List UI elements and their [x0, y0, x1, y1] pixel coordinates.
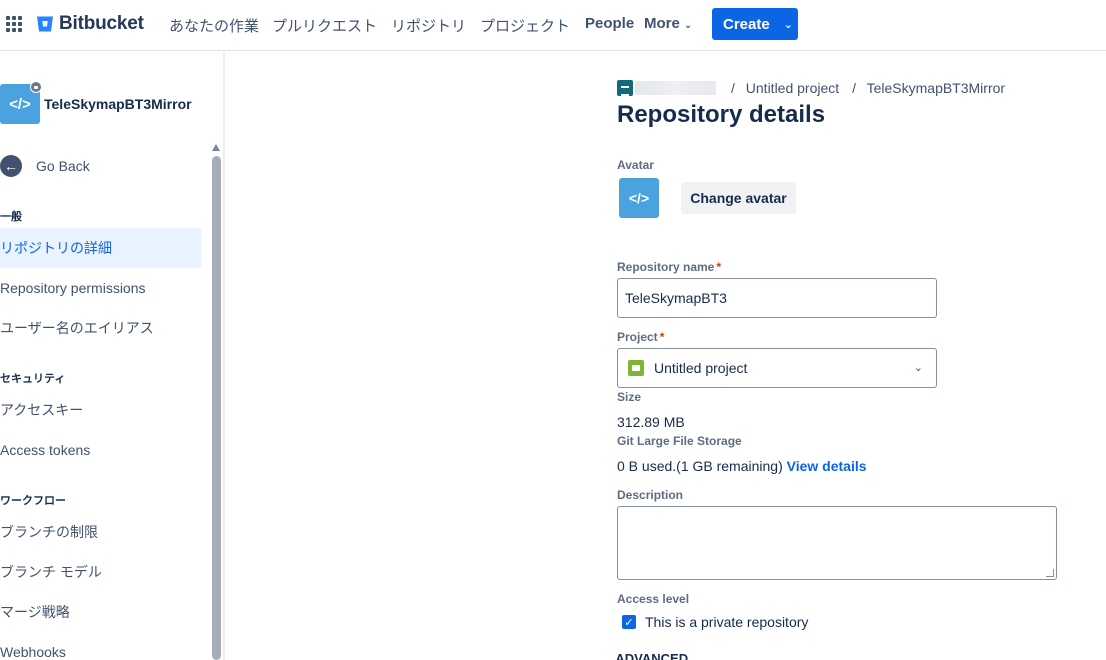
- sidebar-item-branch-restrictions[interactable]: ブランチの制限: [0, 512, 201, 552]
- breadcrumb-project[interactable]: Untitled project: [746, 80, 839, 96]
- nav-repositories[interactable]: リポジトリ: [391, 15, 466, 36]
- page-title: Repository details: [617, 101, 826, 128]
- nav-more[interactable]: More ⌄: [644, 15, 692, 32]
- arrow-left-icon: ←: [0, 155, 22, 177]
- bitbucket-logo-icon: [37, 16, 53, 32]
- advanced-label: ADVANCED: [615, 651, 689, 660]
- advanced-toggle[interactable]: ⌄ ADVANCED: [599, 651, 688, 660]
- go-back-link[interactable]: ← Go Back: [0, 155, 90, 177]
- sidebar-scrollbar[interactable]: [212, 156, 221, 660]
- workspace-icon: [617, 80, 633, 96]
- lfs-usage: 0 B used.(1 GB remaining) View details: [617, 458, 867, 474]
- chevron-down-icon: ⌄: [783, 18, 793, 31]
- project-select[interactable]: Untitled project ⌄: [617, 348, 937, 388]
- sidebar-item-branching-model[interactable]: ブランチ モデル: [0, 552, 201, 592]
- lfs-label: Git Large File Storage: [617, 434, 742, 448]
- lock-icon: [30, 81, 42, 93]
- nav-pull-requests[interactable]: プルリクエスト: [272, 15, 377, 36]
- nav-more-label: More: [644, 15, 680, 32]
- lfs-usage-text: 0 B used.(1 GB remaining): [617, 458, 783, 474]
- brand-name: Bitbucket: [59, 13, 144, 34]
- breadcrumb: / Untitled project / TeleSkymapBT3Mirror: [731, 80, 1005, 96]
- sidebar-item-repo-permissions[interactable]: Repository permissions: [0, 268, 201, 308]
- sidebar: </> TeleSkymapBT3Mirror ← Go Back 一般 リポジ…: [0, 52, 225, 660]
- create-button-label: Create: [723, 15, 770, 33]
- repo-name-label: Repository name *: [617, 260, 721, 274]
- workspace-name-redacted[interactable]: [635, 81, 716, 95]
- scroll-up-arrow[interactable]: [212, 144, 220, 151]
- chevron-down-icon: ⌄: [599, 655, 607, 660]
- section-heading-general: 一般: [0, 211, 22, 223]
- create-button[interactable]: Create ⌄: [712, 8, 798, 40]
- checkmark-icon: ✓: [624, 616, 634, 629]
- breadcrumb-repo[interactable]: TeleSkymapBT3Mirror: [867, 80, 1005, 96]
- size-value: 312.89 MB: [617, 414, 685, 430]
- required-mark: *: [659, 330, 665, 344]
- change-avatar-button[interactable]: Change avatar: [681, 182, 796, 214]
- project-label: Project *: [617, 330, 664, 344]
- avatar-label: Avatar: [617, 158, 654, 172]
- project-label-text: Project: [617, 330, 658, 344]
- section-heading-workflow: ワークフロー: [0, 495, 66, 507]
- private-repo-label[interactable]: This is a private repository: [645, 614, 808, 630]
- project-select-value: Untitled project: [654, 360, 748, 376]
- repo-name-label-text: Repository name: [617, 260, 715, 274]
- access-level-label: Access level: [617, 592, 690, 606]
- resize-handle-icon[interactable]: [1046, 569, 1054, 577]
- sidebar-repo-name[interactable]: TeleSkymapBT3Mirror: [44, 96, 192, 112]
- sidebar-item-access-tokens[interactable]: Access tokens: [0, 430, 201, 470]
- breadcrumb-separator: /: [731, 80, 735, 96]
- sidebar-item-repo-details[interactable]: リポジトリの詳細: [0, 228, 201, 268]
- view-details-link[interactable]: View details: [787, 458, 867, 474]
- repo-name-input[interactable]: TeleSkymapBT3: [617, 278, 937, 318]
- chevron-down-icon: ⌄: [683, 20, 693, 31]
- project-folder-icon: [628, 360, 644, 376]
- sidebar-item-webhooks[interactable]: Webhooks: [0, 632, 201, 660]
- app-switcher-icon[interactable]: [6, 16, 22, 32]
- required-mark: *: [716, 260, 722, 274]
- sidebar-item-merge-strategies[interactable]: マージ戦略: [0, 592, 201, 632]
- go-back-label: Go Back: [36, 158, 90, 174]
- chevron-down-icon: ⌄: [913, 362, 923, 374]
- breadcrumb-separator: /: [852, 80, 856, 96]
- sidebar-item-username-aliases[interactable]: ユーザー名のエイリアス: [0, 308, 201, 348]
- bitbucket-logo[interactable]: Bitbucket: [36, 13, 144, 35]
- nav-people[interactable]: People: [585, 15, 634, 32]
- description-label: Description: [617, 488, 684, 502]
- sidebar-item-access-keys[interactable]: アクセスキー: [0, 390, 201, 430]
- code-icon: </>: [9, 95, 31, 113]
- repo-name-value: TeleSkymapBT3: [625, 290, 727, 306]
- nav-your-work[interactable]: あなたの作業: [169, 15, 259, 36]
- size-label: Size: [617, 390, 642, 404]
- code-icon: </>: [628, 190, 650, 206]
- nav-projects[interactable]: プロジェクト: [480, 15, 570, 36]
- private-repo-checkbox[interactable]: ✓: [622, 615, 636, 629]
- repo-avatar-large: </>: [619, 178, 659, 218]
- top-navigation: Bitbucket あなたの作業 プルリクエスト リポジトリ プロジェクト Pe…: [0, 0, 1106, 51]
- section-heading-security: セキュリティ: [0, 373, 66, 385]
- description-textarea[interactable]: [617, 506, 1057, 580]
